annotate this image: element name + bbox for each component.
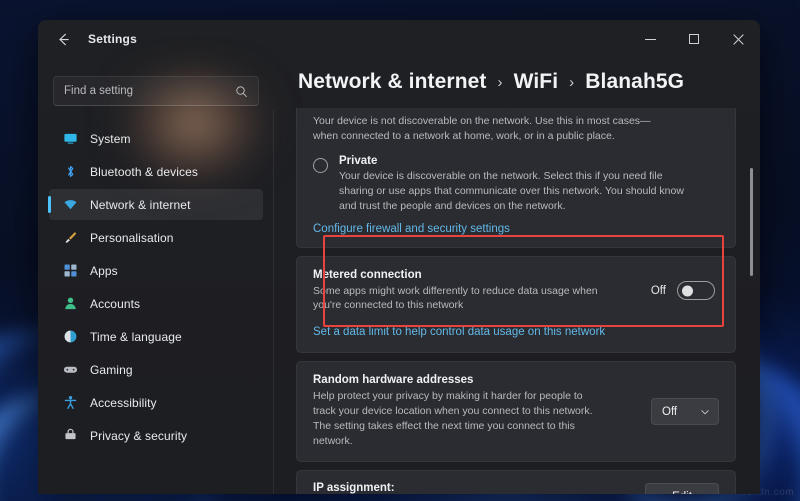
person-icon	[62, 296, 78, 312]
ip-assignment-card: IP assignment: Automatic (DHCP) Edit	[296, 469, 736, 494]
app-title: Settings	[88, 32, 137, 46]
title-bar: Settings	[38, 20, 760, 58]
brush-icon	[62, 230, 78, 246]
bluetooth-icon	[62, 164, 78, 180]
desktop-background: wsxdn.com Settings Find a setting System…	[0, 0, 800, 501]
close-button[interactable]	[716, 20, 760, 58]
metered-connection-description: Some apps might work differently to redu…	[313, 284, 598, 312]
private-profile-description: Your device is discoverable on the netwo…	[339, 169, 684, 212]
sidebar-item-label: Bluetooth & devices	[90, 164, 198, 179]
search-input[interactable]	[64, 85, 235, 97]
sidebar-item-label: Network & internet	[90, 197, 191, 212]
ip-assignment-row: IP assignment: Automatic (DHCP) Edit	[313, 482, 719, 494]
ip-assignment-edit-button[interactable]: Edit	[645, 483, 719, 494]
sidebar-item-label: System	[90, 131, 131, 146]
sidebar-item-label: Accounts	[90, 296, 141, 311]
sidebar-nav: System Bluetooth & devices Network & int…	[47, 123, 265, 451]
wifi-icon	[62, 197, 78, 213]
back-arrow-icon	[58, 33, 69, 45]
sidebar-item-apps[interactable]: Apps	[49, 255, 263, 286]
settings-scroll-area[interactable]: Your device is not discoverable on the n…	[274, 108, 760, 494]
sidebar-item-label: Time & language	[90, 329, 182, 344]
random-hardware-addresses-card: Random hardware addresses Help protect y…	[296, 361, 736, 462]
random-hardware-addresses-dropdown[interactable]: Off	[651, 398, 719, 426]
radio-button-private[interactable]	[313, 157, 328, 173]
sidebar-item-bluetooth-devices[interactable]: Bluetooth & devices	[49, 156, 263, 187]
window-body: System Bluetooth & devices Network & int…	[38, 58, 760, 494]
sidebar-item-privacy-security[interactable]: Privacy & security	[49, 420, 263, 451]
maximize-icon	[689, 34, 699, 44]
display-icon	[62, 131, 78, 147]
minimize-icon	[644, 38, 656, 40]
minimize-button[interactable]	[628, 20, 672, 58]
back-button[interactable]	[48, 25, 78, 53]
metered-connection-card: Metered connection Some apps might work …	[296, 255, 736, 354]
search-box[interactable]	[53, 76, 259, 106]
network-profile-card: Your device is not discoverable on the n…	[296, 108, 736, 248]
settings-window: Settings Find a setting System Bluetooth…	[38, 20, 760, 494]
metered-toggle-state-label: Off	[650, 284, 666, 297]
ip-assignment-title: IP assignment:	[313, 481, 395, 494]
sidebar-item-label: Apps	[90, 263, 118, 278]
breadcrumb: Network & internet › WiFi › Blanah5G	[274, 58, 760, 108]
metered-connection-row: Metered connection Some apps might work …	[313, 269, 719, 314]
sidebar-item-time-language[interactable]: Time & language	[49, 321, 263, 352]
scrollbar-thumb[interactable]	[750, 168, 753, 276]
close-icon	[732, 33, 744, 45]
private-profile-title: Private	[339, 154, 378, 167]
sidebar-item-network-internet[interactable]: Network & internet	[48, 189, 263, 220]
metered-connection-toggle[interactable]	[677, 281, 715, 301]
main-content: Network & internet › WiFi › Blanah5G You…	[274, 58, 760, 494]
set-data-limit-link[interactable]: Set a data limit to help control data us…	[313, 326, 605, 338]
sidebar-item-label: Privacy & security	[90, 428, 188, 443]
sidebar-item-label: Gaming	[90, 362, 133, 377]
window-controls	[628, 20, 760, 58]
clock-globe-icon	[62, 329, 78, 345]
breadcrumb-level3: Blanah5G	[585, 70, 685, 93]
sidebar-item-personalisation[interactable]: Personalisation	[49, 222, 263, 253]
apps-icon	[62, 263, 78, 279]
public-profile-description: Your device is not discoverable on the n…	[313, 115, 651, 142]
metered-toggle-group: Off	[650, 281, 719, 301]
sidebar-item-accessibility[interactable]: Accessibility	[49, 387, 263, 418]
dropdown-value: Off	[662, 405, 678, 418]
breadcrumb-separator-icon: ›	[497, 73, 503, 91]
shield-lock-icon	[62, 428, 78, 444]
random-hardware-addresses-row: Random hardware addresses Help protect y…	[313, 374, 719, 449]
breadcrumb-separator-icon: ›	[569, 73, 575, 91]
toggle-knob	[682, 285, 693, 297]
configure-firewall-link[interactable]: Configure firewall and security settings	[313, 223, 510, 235]
chevron-down-icon	[700, 407, 710, 417]
maximize-button[interactable]	[672, 20, 716, 58]
sidebar-item-gaming[interactable]: Gaming	[49, 354, 263, 385]
sidebar: System Bluetooth & devices Network & int…	[38, 58, 274, 494]
scrollbar-track[interactable]	[747, 110, 756, 488]
sidebar-item-label: Personalisation	[90, 230, 174, 245]
metered-connection-title: Metered connection	[313, 268, 422, 281]
random-hardware-addresses-title: Random hardware addresses	[313, 374, 474, 387]
breadcrumb-root[interactable]: Network & internet	[298, 70, 487, 94]
sidebar-item-system[interactable]: System	[49, 123, 263, 154]
random-hardware-addresses-description: Help protect your privacy by making it h…	[313, 390, 593, 448]
sidebar-item-accounts[interactable]: Accounts	[49, 288, 263, 319]
sidebar-item-label: Accessibility	[90, 395, 157, 410]
gamepad-icon	[62, 362, 78, 378]
accessibility-icon	[62, 395, 78, 411]
private-profile-option[interactable]: Private Your device is discoverable on t…	[313, 155, 719, 214]
breadcrumb-level2[interactable]: WiFi	[514, 70, 559, 94]
search-icon	[235, 85, 248, 98]
